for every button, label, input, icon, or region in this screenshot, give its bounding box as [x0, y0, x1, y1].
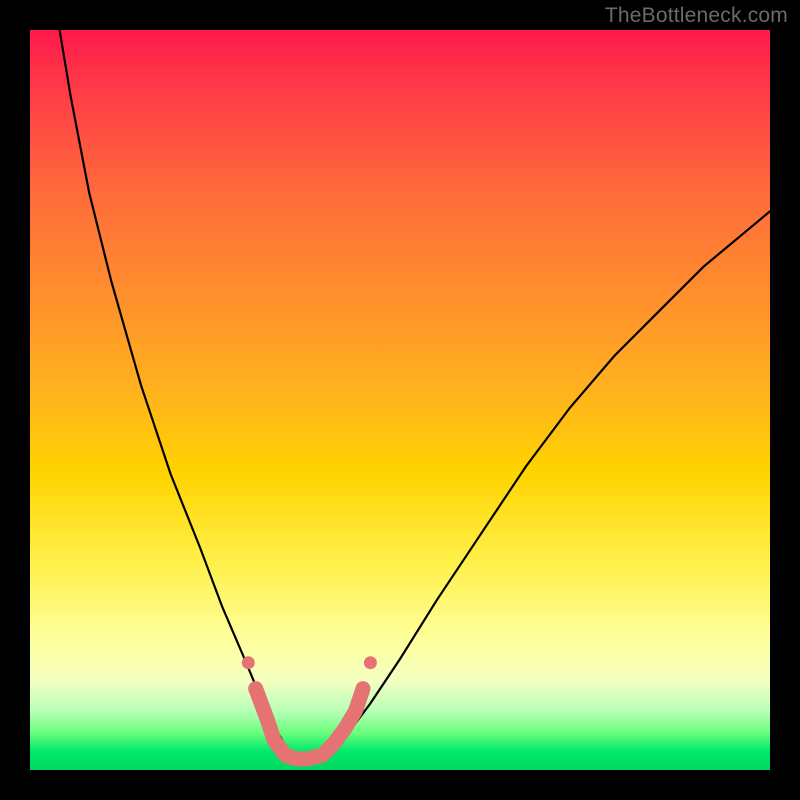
- bottleneck-curve: [60, 30, 770, 759]
- plot-area: [30, 30, 770, 770]
- marker-dot-right: [364, 656, 377, 669]
- curve-layer: [30, 30, 770, 770]
- marker-dot-left: [242, 656, 255, 669]
- chart-frame: TheBottleneck.com: [0, 0, 800, 800]
- marker-cluster: [242, 656, 377, 759]
- marker-band-path: [256, 689, 363, 759]
- watermark-text: TheBottleneck.com: [605, 4, 788, 28]
